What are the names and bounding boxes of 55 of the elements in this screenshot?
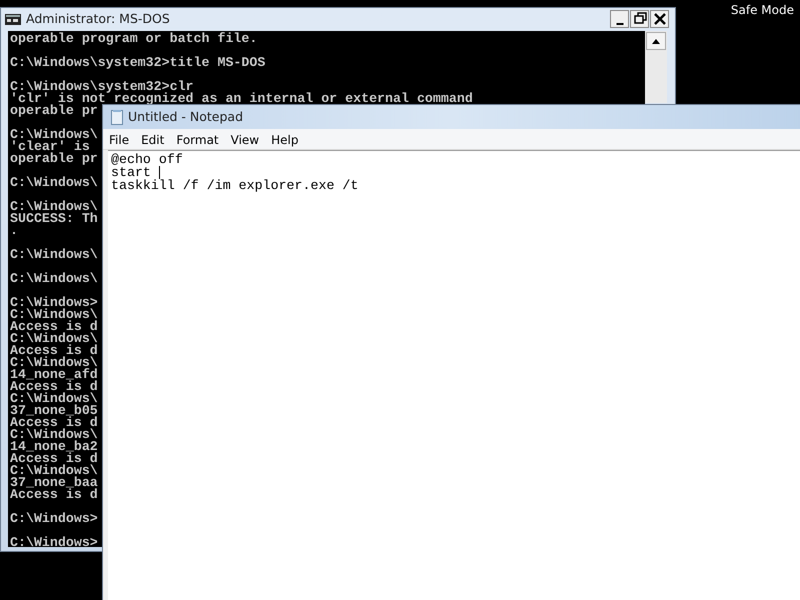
menu-item[interactable]: View xyxy=(224,129,266,149)
console-line: 14_none_afd xyxy=(9,369,98,381)
minimize-button[interactable] xyxy=(610,10,629,28)
close-icon xyxy=(652,12,666,26)
console-line: Access is d xyxy=(9,321,98,333)
console-line: operable pr xyxy=(9,153,98,165)
console-line: . xyxy=(9,225,18,237)
text-line: @echo off xyxy=(111,153,183,166)
restore-button[interactable] xyxy=(630,10,649,28)
text-editor[interactable]: @echo off start taskkill /f /im explorer.exe /t xyxy=(108,150,800,600)
console-line: 'clr' is not recognized as an internal or external command xyxy=(9,93,473,105)
notepad-icon xyxy=(111,110,123,125)
mode-label: Safe Mode xyxy=(730,2,794,19)
console-line: C:\Windows\ xyxy=(9,393,98,405)
console-line: Access is d xyxy=(9,381,98,393)
console-line: C:\Windows> xyxy=(9,513,98,525)
console-line: C:\Windows> xyxy=(9,297,98,309)
text-line: taskkill /f /im explorer.exe /t xyxy=(111,179,358,192)
menu-item[interactable]: Help xyxy=(265,129,304,149)
console-line: Access is d xyxy=(9,489,98,501)
console-icon xyxy=(5,14,21,25)
console-line: C:\Windows\system32>clr xyxy=(9,81,194,93)
console-line: C:\Windows\system32>title MS-DOS xyxy=(9,57,266,69)
menu-item[interactable]: Edit xyxy=(135,129,170,149)
console-line: C:\Windows\ xyxy=(9,465,98,477)
console-line: 37_none_b05 xyxy=(9,405,98,417)
menu-item[interactable]: File xyxy=(103,129,136,149)
console-line: C:\Windows\ xyxy=(9,429,98,441)
console-line: C:\Windows> xyxy=(9,537,98,547)
console-line: C:\Windows\ xyxy=(9,129,98,141)
console-line: SUCCESS: Th xyxy=(9,213,98,225)
console-line: Access is d xyxy=(9,453,98,465)
console-line: 'clear' is xyxy=(9,141,91,153)
console-line: C:\Windows\ xyxy=(9,249,98,261)
console-line: C:\Windows\ xyxy=(9,273,98,285)
console-line: C:\Windows\ xyxy=(9,333,98,345)
up-arrow-icon xyxy=(652,38,660,44)
restore-icon xyxy=(632,12,646,26)
console-line: 14_none_ba2 xyxy=(9,441,98,453)
window-title: Administrator: MS-DOS xyxy=(26,10,170,28)
minimize-icon xyxy=(616,22,624,24)
menu-item[interactable]: Format xyxy=(170,129,225,149)
console-line: 37_none_baa xyxy=(9,477,98,489)
console-line: operable pr xyxy=(9,105,98,117)
scroll-up-button[interactable] xyxy=(646,32,666,50)
close-button[interactable] xyxy=(650,10,669,28)
window-title: Untitled - Notepad xyxy=(128,108,244,126)
console-line: Access is d xyxy=(9,345,98,357)
console-line: C:\Windows\ xyxy=(9,201,98,213)
console-line: Access is d xyxy=(9,417,98,429)
console-line: operable program or batch file. xyxy=(9,33,258,45)
console-line: C:\Windows\ xyxy=(9,357,98,369)
console-line: C:\Windows\ xyxy=(9,177,98,189)
text-line: start xyxy=(111,166,151,179)
console-line: C:\Windows\ xyxy=(9,309,98,321)
